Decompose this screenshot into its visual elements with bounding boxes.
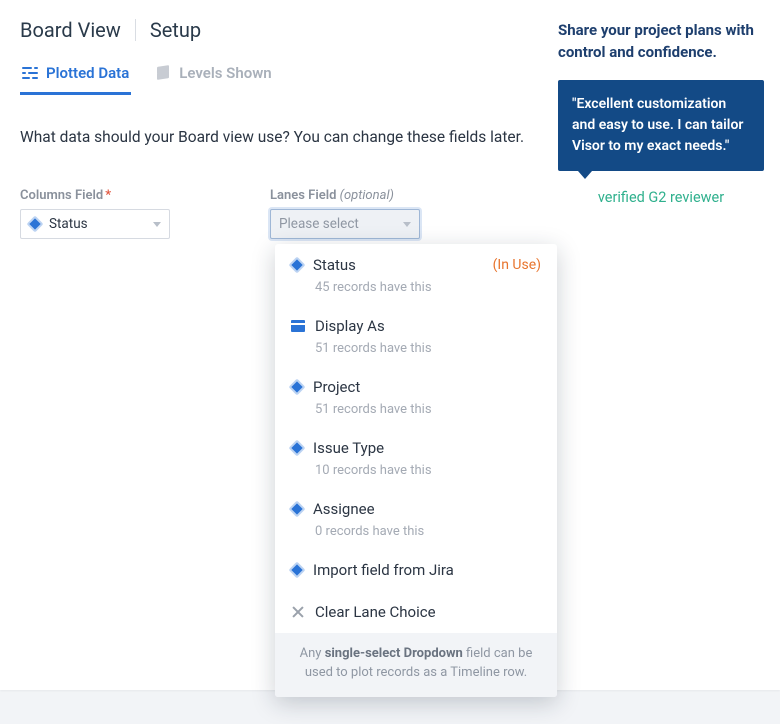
diamond-icon: [289, 257, 306, 274]
breadcrumb-view: Board View: [20, 18, 121, 42]
chevron-down-icon: [153, 222, 161, 227]
option-subtext: 51 records have this: [315, 402, 541, 417]
option-subtext: 10 records have this: [315, 463, 541, 478]
sidebar-headline: Share your project plans with control an…: [558, 20, 764, 64]
option-name: Issue Type: [313, 439, 384, 457]
chevron-down-icon: [403, 222, 411, 227]
diamond-icon: [289, 501, 306, 518]
testimonial-attribution[interactable]: verified G2 reviewer: [558, 189, 764, 206]
dropdown-option-issue-type[interactable]: Issue Type 10 records have this: [275, 427, 557, 488]
breadcrumb-page: Setup: [150, 18, 201, 42]
dropdown-option-status[interactable]: Status (In Use) 45 records have this: [275, 244, 557, 305]
dropdown-action-import[interactable]: Import field from Jira: [275, 549, 557, 591]
dropdown-footer: Any single-select Dropdown field can be …: [275, 633, 557, 697]
columns-field-group: Columns Field* Status: [20, 188, 170, 239]
option-subtext: 0 records have this: [315, 524, 541, 539]
breadcrumb: Board View Setup: [20, 18, 526, 42]
lanes-field-select[interactable]: Please select: [270, 209, 420, 239]
diamond-icon: [27, 216, 44, 233]
dropdown-option-assignee[interactable]: Assignee 0 records have this: [275, 488, 557, 549]
option-subtext: 51 records have this: [315, 341, 541, 356]
tab-label: Plotted Data: [46, 64, 129, 82]
columns-field-value: Status: [49, 216, 88, 232]
action-label: Clear Lane Choice: [315, 603, 436, 621]
breadcrumb-separator: [135, 19, 136, 41]
diamond-icon: [289, 379, 306, 396]
card-icon: [291, 320, 305, 332]
setup-prompt: What data should your Board view use? Yo…: [20, 128, 526, 146]
dropdown-option-project[interactable]: Project 51 records have this: [275, 366, 557, 427]
lanes-field-optional: (optional): [340, 188, 394, 203]
layers-icon: [155, 66, 171, 80]
tab-label: Levels Shown: [179, 64, 271, 82]
option-tag-in-use: (In Use): [493, 257, 541, 273]
diamond-icon: [289, 562, 306, 579]
lanes-dropdown: Status (In Use) 45 records have this Dis…: [275, 244, 557, 697]
dropdown-action-clear[interactable]: Clear Lane Choice: [275, 591, 557, 633]
columns-field-select[interactable]: Status: [20, 209, 170, 239]
option-name: Display As: [315, 317, 385, 335]
columns-field-label: Columns Field: [20, 188, 103, 203]
diamond-icon: [289, 440, 306, 457]
dropdown-option-display-as[interactable]: Display As 51 records have this: [275, 305, 557, 366]
option-subtext: 45 records have this: [315, 280, 541, 295]
lanes-field-placeholder: Please select: [279, 216, 359, 232]
lanes-field-group: Lanes Field (optional) Please select: [270, 188, 420, 239]
sliders-icon: [22, 66, 38, 80]
lanes-field-label: Lanes Field: [270, 188, 336, 203]
testimonial-quote: "Excellent customization and easy to use…: [558, 80, 764, 171]
option-name: Assignee: [313, 500, 375, 518]
required-indicator: *: [105, 188, 111, 203]
option-name: Status: [313, 256, 356, 274]
tab-levels-shown[interactable]: Levels Shown: [153, 60, 273, 95]
setup-tabs: Plotted Data Levels Shown: [20, 60, 526, 96]
action-label: Import field from Jira: [313, 561, 454, 579]
tab-plotted-data[interactable]: Plotted Data: [20, 60, 131, 95]
option-name: Project: [313, 378, 360, 396]
close-icon: [291, 605, 305, 619]
sidebar: Share your project plans with control an…: [546, 0, 780, 690]
